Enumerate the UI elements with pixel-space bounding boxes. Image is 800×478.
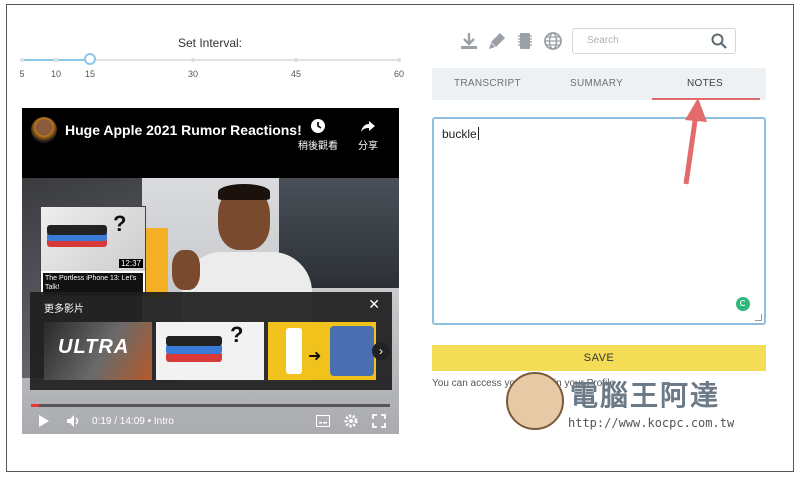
next-arrow-icon[interactable]: › [372, 342, 390, 360]
video-time: 0:19 / 14:09 • Intro [92, 416, 174, 427]
question-mark-icon: ? [113, 211, 127, 236]
video-progress-bar[interactable] [31, 404, 390, 407]
notes-text: buckle [442, 127, 477, 141]
thumb-ultra-text: ULTRA [58, 336, 130, 358]
share-label: 分享 [358, 141, 378, 152]
tab-summary[interactable]: SUMMARY [570, 78, 623, 89]
share-icon [361, 121, 375, 132]
fullscreen-icon[interactable] [372, 414, 386, 433]
more-video-thumb[interactable]: ? [156, 322, 264, 380]
more-videos-panel: 更多影片 ✕ ULTRA ? ➜ › [30, 292, 392, 390]
download-icon[interactable] [459, 31, 479, 51]
tick-dot [191, 58, 195, 62]
notes-content: buckle [442, 127, 479, 141]
highlighter-icon[interactable] [487, 31, 507, 51]
globe-icon[interactable] [543, 31, 563, 51]
watch-later-button[interactable]: 稍後觀看 [296, 118, 340, 152]
phone-black [166, 336, 222, 346]
channel-avatar[interactable] [31, 117, 57, 143]
player-controls: 0:19 / 14:09 • Intro [22, 410, 399, 434]
volume-icon[interactable] [66, 414, 82, 433]
settings-gear-icon[interactable] [344, 414, 358, 433]
grammar-check-icon[interactable] [736, 297, 750, 311]
subtitles-icon[interactable] [316, 414, 330, 432]
tick-label: 10 [50, 69, 62, 79]
tick-dot [20, 58, 24, 62]
share-button[interactable]: 分享 [346, 118, 390, 152]
search-icon[interactable] [711, 33, 727, 54]
tick-dot [294, 58, 298, 62]
tab-notes[interactable]: NOTES [687, 78, 723, 89]
tick-label: 60 [393, 69, 405, 79]
video-header: Huge Apple 2021 Rumor Reactions! 稍後觀看 分享 [22, 108, 399, 178]
close-icon[interactable]: ✕ [368, 296, 380, 313]
more-videos-title: 更多影片 [44, 304, 84, 315]
watermark-title: 電腦王阿達 [570, 379, 721, 412]
more-video-thumb[interactable]: ➜ [268, 322, 376, 380]
play-icon[interactable] [38, 414, 50, 433]
video-player[interactable]: Huge Apple 2021 Rumor Reactions! 稍後觀看 分享… [22, 108, 399, 434]
tick-label: 5 [19, 69, 25, 79]
interval-slider-handle[interactable] [84, 53, 96, 65]
tick-label: 45 [290, 69, 302, 79]
set-interval-label: Set Interval: [177, 36, 243, 50]
tick-dot [54, 58, 58, 62]
phone-group [330, 326, 374, 376]
video-title[interactable]: Huge Apple 2021 Rumor Reactions! [65, 122, 302, 138]
resize-handle[interactable] [755, 314, 762, 321]
annotation-arrow-icon [683, 98, 707, 185]
card-duration: 12:37 [118, 259, 143, 268]
clock-icon [311, 119, 325, 133]
tick-label: 30 [187, 69, 199, 79]
tick-label: 15 [84, 69, 96, 79]
suggested-video-card[interactable]: ? 12:37 The Portless iPhone 13: Let's Ta… [40, 206, 146, 296]
watermark-url: http://www.kocpc.com.tw [568, 416, 735, 430]
more-video-thumb[interactable]: ULTRA [44, 322, 152, 380]
chip-icon[interactable] [515, 31, 535, 51]
video-progress-fill [31, 404, 39, 407]
phone-white [286, 328, 302, 374]
watermark: 電腦王阿達 http://www.kocpc.com.tw [506, 368, 776, 438]
presenter-hand [172, 250, 200, 290]
search-input[interactable] [585, 34, 709, 47]
tab-transcript[interactable]: TRANSCRIPT [454, 78, 521, 89]
search-box [572, 28, 736, 54]
mascot-face-icon [506, 372, 564, 430]
text-cursor [477, 127, 479, 140]
phone-black [47, 225, 107, 235]
arrow-right-icon: ➜ [308, 348, 322, 365]
question-mark-icon: ? [230, 322, 244, 347]
card-thumbnail: ? 12:37 [41, 207, 145, 271]
watch-later-label: 稍後觀看 [298, 141, 338, 152]
tick-dot [397, 58, 401, 62]
presenter-hair [218, 184, 270, 200]
